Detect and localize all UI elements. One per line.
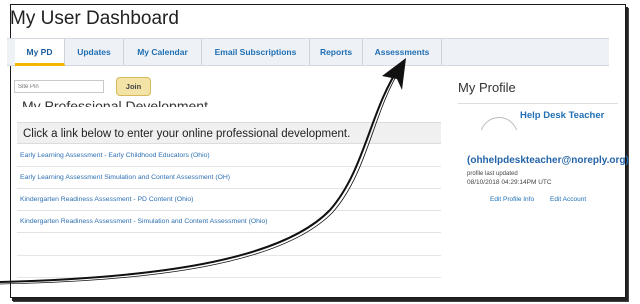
arrow-stroke-shadow: [0, 67, 402, 285]
arrow-head: [382, 58, 406, 90]
curved-arrow-icon: [0, 58, 406, 285]
arrow-stroke: [0, 65, 401, 283]
